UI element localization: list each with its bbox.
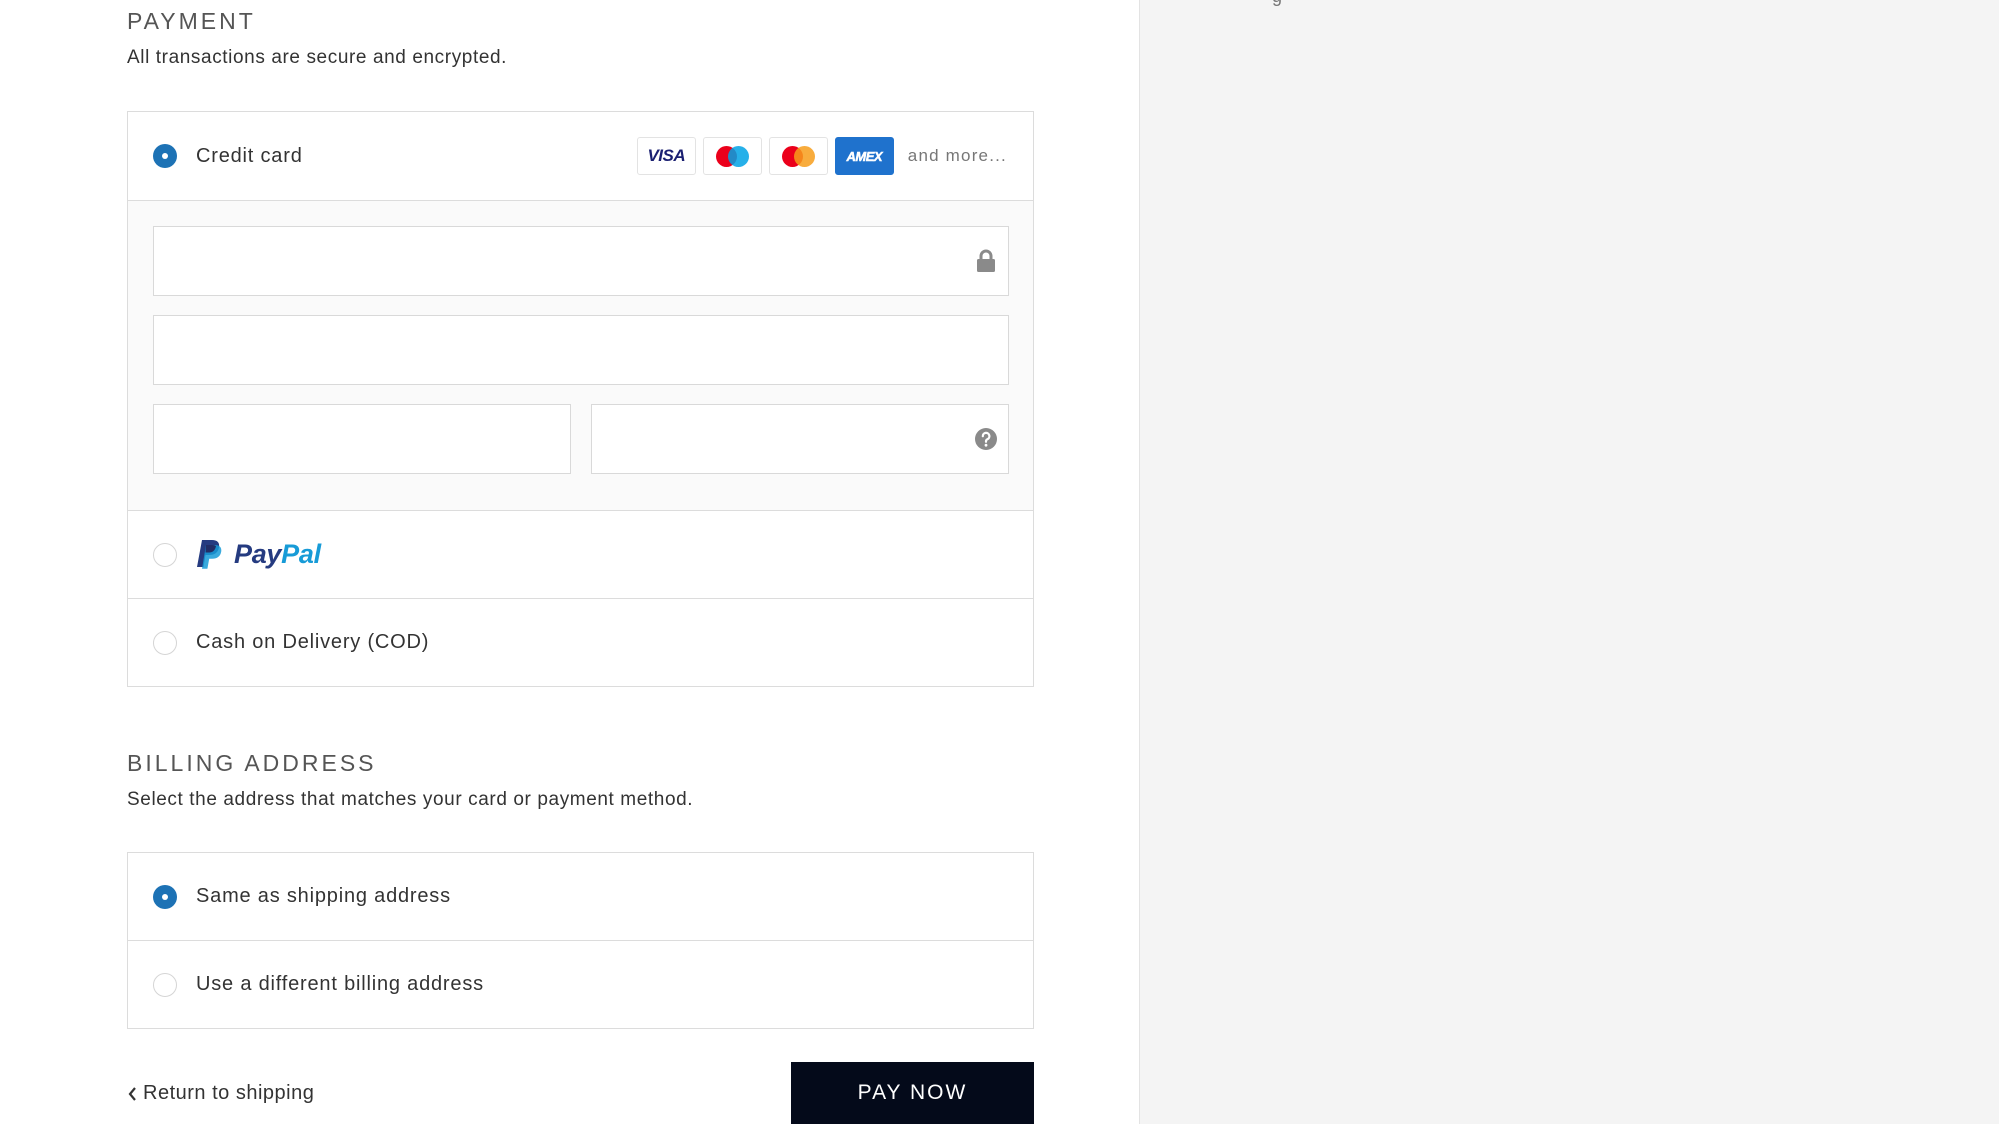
- help-icon[interactable]: [974, 427, 998, 451]
- credit-card-label: Credit card: [196, 144, 303, 167]
- name-on-card-input[interactable]: [154, 316, 1008, 384]
- amex-icon: AMEX: [834, 137, 894, 175]
- card-number-field[interactable]: [153, 226, 1009, 296]
- billing-subtitle: Select the address that matches your car…: [127, 789, 694, 810]
- cod-label: Cash on Delivery (COD): [196, 631, 430, 653]
- security-code-field[interactable]: [591, 404, 1009, 474]
- checkout-main: PAYMENT All transactions are secure and …: [0, 0, 1139, 1124]
- same-address-radio[interactable]: [153, 884, 177, 909]
- pay-now-button[interactable]: PAY NOW: [791, 1062, 1034, 1124]
- different-address-radio[interactable]: [153, 972, 177, 997]
- paypal-logo: PayPal: [196, 539, 321, 571]
- credit-card-radio[interactable]: [153, 144, 177, 168]
- cod-radio[interactable]: [153, 630, 177, 655]
- name-on-card-field[interactable]: [153, 315, 1009, 385]
- different-address-label: Use a different billing address: [196, 973, 484, 995]
- billing-option-different[interactable]: Use a different billing address: [128, 941, 1033, 1028]
- chevron-left-icon: [128, 1086, 136, 1101]
- maestro-icon: [702, 137, 762, 175]
- mastercard-icon: [768, 137, 828, 175]
- order-summary-sidebar: [1139, 0, 1999, 1124]
- payment-option-cod[interactable]: Cash on Delivery (COD): [128, 599, 1033, 686]
- payment-methods-box: Credit card VISA AMEX and more... PayPal…: [127, 111, 1034, 687]
- same-address-label: Same as shipping address: [196, 885, 451, 907]
- paypal-icon: [197, 539, 222, 569]
- billing-heading: BILLING ADDRESS: [127, 750, 377, 776]
- expiration-date-input[interactable]: [154, 405, 570, 473]
- credit-card-form: [128, 201, 1033, 511]
- more-cards-label: and more...: [907, 146, 1007, 165]
- return-to-shipping-label: Return to shipping: [143, 1082, 315, 1104]
- sidebar-cut-off-text: g: [1272, 0, 1282, 7]
- billing-options-box: Same as shipping address Use a different…: [127, 852, 1034, 1029]
- visa-icon: VISA: [636, 137, 696, 175]
- payment-heading: PAYMENT: [127, 8, 256, 34]
- expiration-date-field[interactable]: [153, 404, 571, 474]
- card-number-input[interactable]: [154, 227, 1008, 295]
- card-brands: VISA AMEX and more...: [636, 137, 1007, 175]
- security-code-input[interactable]: [592, 405, 1008, 473]
- payment-option-credit-card[interactable]: Credit card VISA AMEX and more...: [128, 112, 1033, 201]
- payment-subtitle: All transactions are secure and encrypte…: [127, 47, 508, 68]
- lock-icon: [974, 249, 998, 273]
- paypal-radio[interactable]: [153, 542, 177, 567]
- return-to-shipping-link[interactable]: Return to shipping: [127, 1082, 314, 1105]
- billing-option-same[interactable]: Same as shipping address: [128, 853, 1033, 941]
- payment-option-paypal[interactable]: PayPal: [128, 511, 1033, 599]
